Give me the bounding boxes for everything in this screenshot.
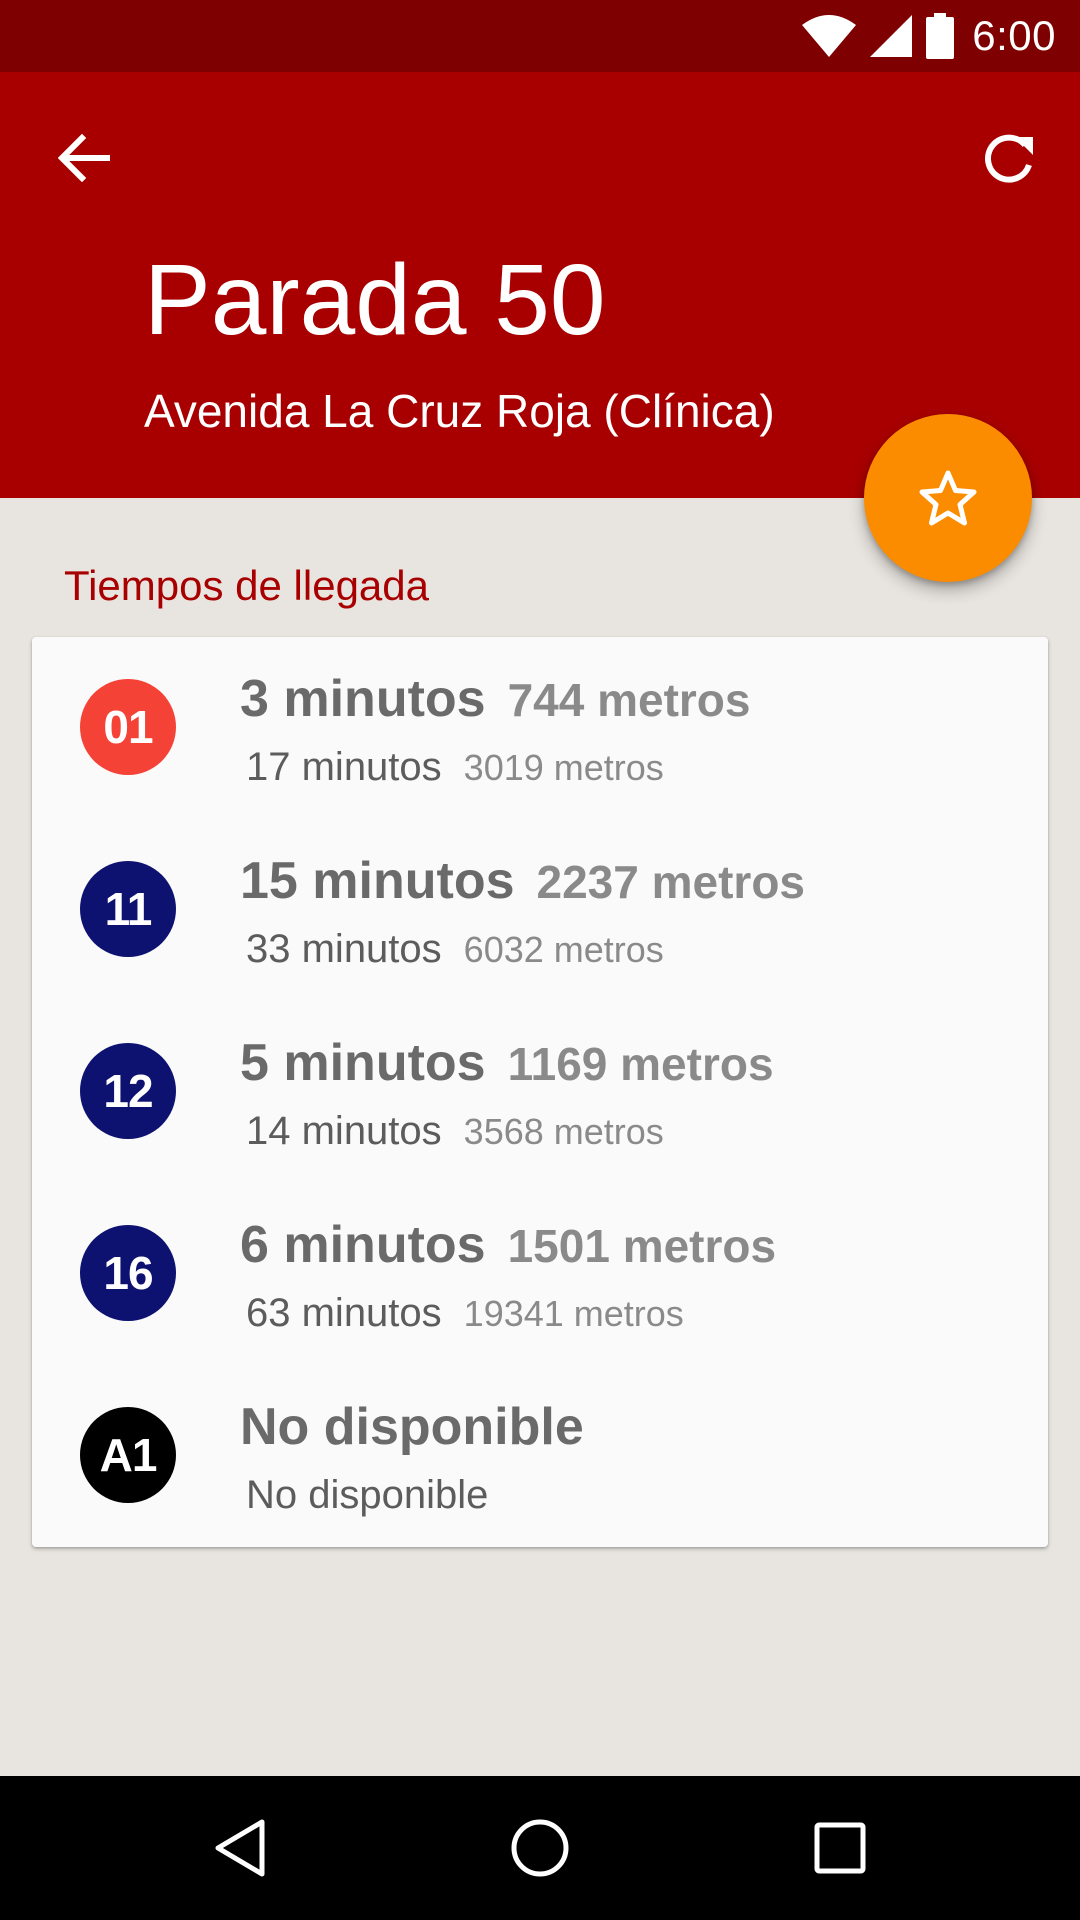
first-arrival-distance: 1501 metros xyxy=(507,1220,777,1272)
second-arrival-time: 63 minutos xyxy=(246,1291,442,1335)
second-arrival-time: 33 minutos xyxy=(246,927,442,971)
wifi-icon xyxy=(802,15,857,57)
back-triangle-icon xyxy=(215,1819,265,1877)
arrival-row-01[interactable]: 01 3 minutos 744 metros 17 minutos 3019 me… xyxy=(32,637,1048,819)
second-arrival-distance: 19341 metros xyxy=(463,1293,684,1334)
line-badge: A1 xyxy=(80,1407,176,1503)
first-arrival-time: 5 minutos xyxy=(240,1034,486,1092)
arrival-row-11[interactable]: 11 15 minutos 2237 metros 33 minutos 6032 … xyxy=(32,819,1048,1001)
system-nav-bar xyxy=(0,1776,1080,1920)
refresh-button[interactable] xyxy=(972,122,1044,194)
line-badge: 01 xyxy=(80,679,176,775)
first-arrival-distance: 1169 metros xyxy=(507,1038,774,1090)
page-title: Parada 50 xyxy=(144,244,606,356)
nav-home-button[interactable] xyxy=(496,1804,584,1892)
status-bar: 6:00 xyxy=(0,0,1080,72)
first-arrival-distance: 744 metros xyxy=(507,674,751,726)
arrival-row-12[interactable]: 12 5 minutos 1169 metros 14 minutos 3568 m… xyxy=(32,1001,1048,1183)
first-arrival-distance: 2237 metros xyxy=(536,856,806,908)
arrival-row-a1[interactable]: A1 No disponible No disponible xyxy=(32,1365,1048,1547)
arrival-row-16[interactable]: 16 6 minutos 1501 metros 63 minutos 19341 … xyxy=(32,1183,1048,1365)
refresh-icon xyxy=(985,134,1033,183)
star-outline-icon xyxy=(919,470,977,526)
arrow-back-icon xyxy=(58,134,110,182)
first-arrival-time: No disponible xyxy=(240,1398,584,1456)
section-title: Tiempos de llegada xyxy=(64,562,429,609)
second-arrival-time: No disponible xyxy=(246,1473,489,1517)
second-arrival-distance: 6032 metros xyxy=(463,929,664,970)
stop-address: Avenida La Cruz Roja (Clínica) xyxy=(144,385,775,437)
first-arrival-time: 3 minutos xyxy=(240,670,486,728)
battery-icon xyxy=(926,13,955,59)
arrivals-card: 01 3 minutos 744 metros 17 minutos 3019 me… xyxy=(32,637,1048,1547)
line-badge: 16 xyxy=(80,1225,176,1321)
status-time: 6:00 xyxy=(972,12,1056,59)
second-arrival-time: 17 minutos xyxy=(246,745,442,789)
first-arrival-time: 6 minutos xyxy=(240,1216,486,1274)
recents-square-icon xyxy=(814,1822,866,1874)
second-arrival-distance: 3019 metros xyxy=(463,747,664,788)
nav-back-button[interactable] xyxy=(196,1804,284,1892)
home-circle-icon xyxy=(511,1819,569,1877)
first-arrival-time: 15 minutos xyxy=(240,852,515,910)
favorite-button[interactable] xyxy=(864,414,1032,582)
second-arrival-time: 14 minutos xyxy=(246,1109,442,1153)
signal-icon xyxy=(870,15,913,57)
line-badge: 12 xyxy=(80,1043,176,1139)
back-button[interactable] xyxy=(48,122,120,194)
line-badge: 11 xyxy=(80,861,176,957)
second-arrival-distance: 3568 metros xyxy=(463,1111,664,1152)
nav-recents-button[interactable] xyxy=(796,1804,884,1892)
